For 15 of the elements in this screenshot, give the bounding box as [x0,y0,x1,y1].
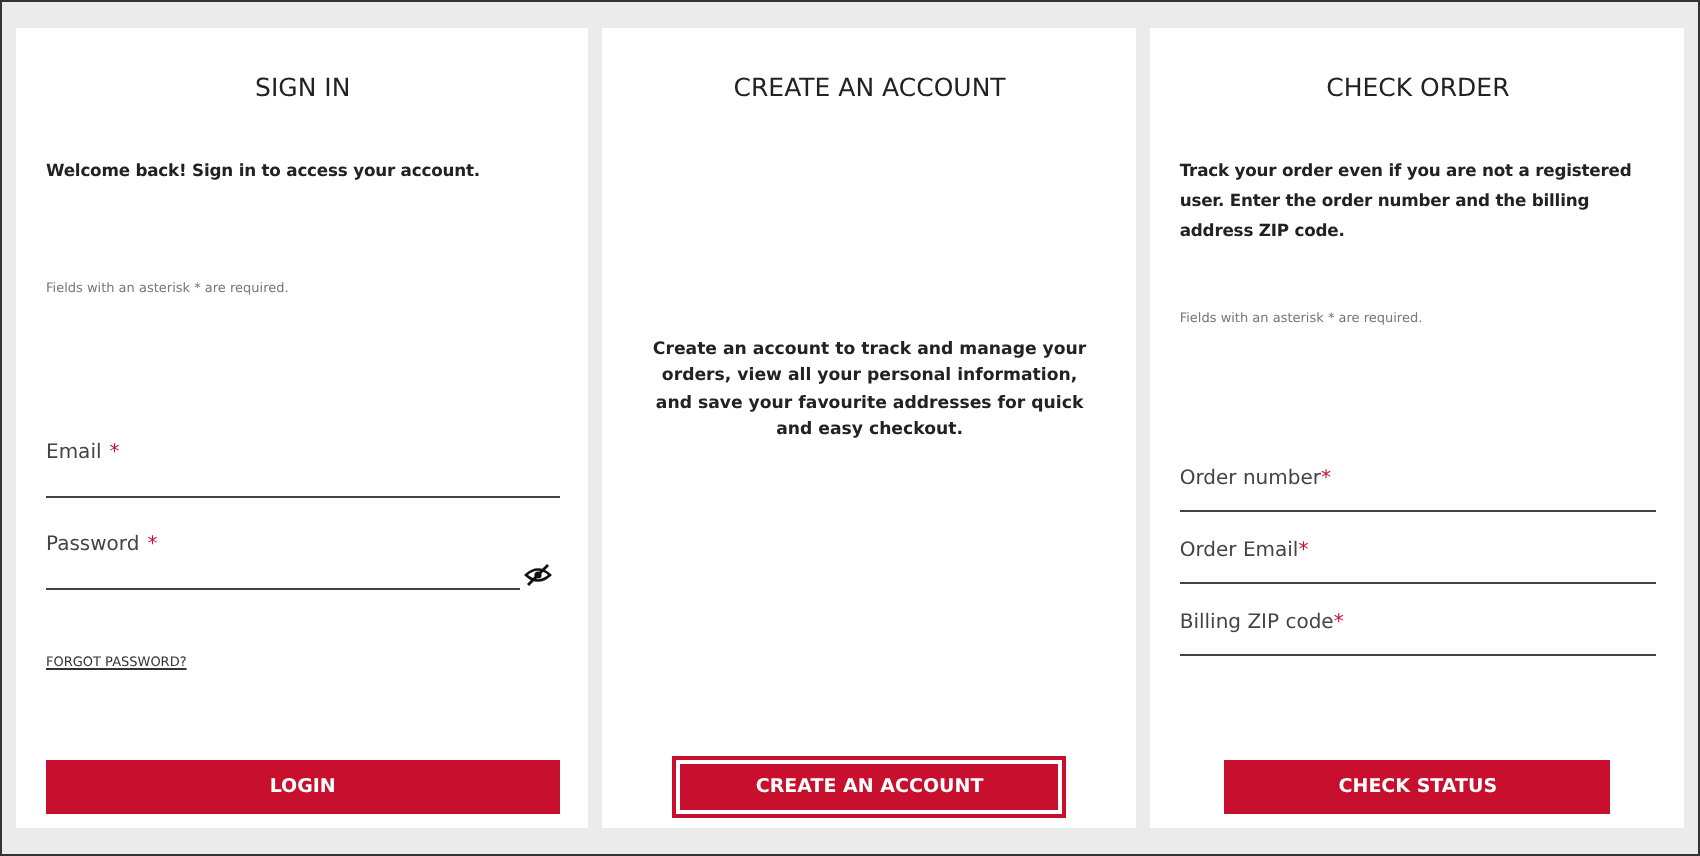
submit-button[interactable]: CREATE AN ACCOUNT [676,760,1063,814]
input-field[interactable]: Order Email* [1179,540,1656,584]
input-field[interactable]: Billing ZIP code* [1179,612,1656,656]
eye-slash-icon[interactable] [523,564,552,586]
panel-title: CREATE AN ACCOUNT [731,72,1008,102]
input-field[interactable]: Password * [46,534,520,590]
panel-title: CHECK ORDER [1324,72,1512,102]
input-field[interactable]: Order number* [1179,468,1656,512]
intro-text: Welcome back! Sign in to access your account. [46,158,482,184]
panel-title: SIGN IN [253,72,353,102]
description-text: Create an account to track and manage your orders, view all your personal information, and save your favourite addresses for quick and easy checkout. [650,337,1089,444]
intro-text: Track your order even if you are not a registered user. Enter the order number and the billing address ZIP code. [1179,158,1634,244]
input-field[interactable]: Email * [46,442,560,498]
submit-button[interactable]: CHECK STATUS [1224,760,1611,814]
submit-button[interactable]: LOGIN [46,760,560,814]
